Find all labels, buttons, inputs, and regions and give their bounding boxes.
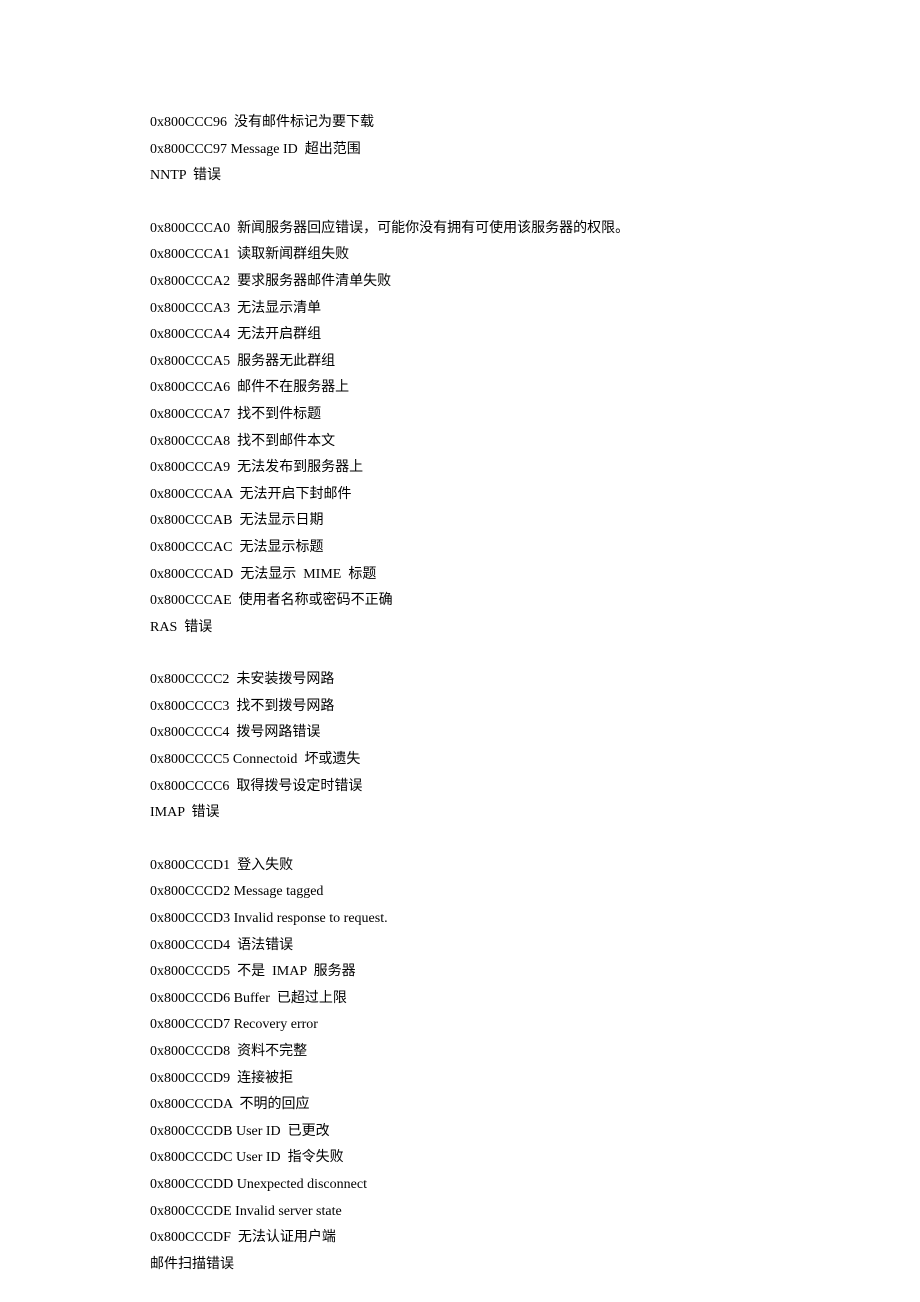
text-line: 0x800CCCC6 取得拨号设定时错误: [150, 774, 920, 801]
text-line: RAS 错误: [150, 615, 920, 642]
text-line: 0x800CCC97 Message ID 超出范围: [150, 137, 920, 164]
text-line: 0x800CCCD1 登入失败: [150, 853, 920, 880]
text-line: 0x800CCCDE Invalid server state: [150, 1199, 920, 1226]
text-line: IMAP 错误: [150, 800, 920, 827]
text-line: 0x800CCCC2 未安装拨号网路: [150, 667, 920, 694]
text-line: 0x800CCCD8 资料不完整: [150, 1039, 920, 1066]
text-line: 0x800CCCA0 新闻服务器回应错误，可能你没有拥有可使用该服务器的权限。: [150, 216, 920, 243]
text-line: 0x800CCCD7 Recovery error: [150, 1012, 920, 1039]
text-line: 0x800CCCC5 Connectoid 坏或遗失: [150, 747, 920, 774]
text-line: 0x800CCCA7 找不到件标题: [150, 402, 920, 429]
text-line: 0x800CCC96 没有邮件标记为要下载: [150, 110, 920, 137]
text-line: 0x800CCCA5 服务器无此群组: [150, 349, 920, 376]
text-line: 0x800CCCAA 无法开启下封邮件: [150, 482, 920, 509]
text-line: 0x800CCCA1 读取新闻群组失败: [150, 242, 920, 269]
text-line: 0x800CCCD4 语法错误: [150, 933, 920, 960]
text-line: 0x800CCCDA 不明的回应: [150, 1092, 920, 1119]
text-line: 0x800CCCC3 找不到拨号网路: [150, 694, 920, 721]
text-line: 邮件扫描错误: [150, 1252, 920, 1279]
text-line: 0x800CCCC4 拨号网路错误: [150, 720, 920, 747]
text-line: 0x800CCCDF 无法认证用户端: [150, 1225, 920, 1252]
text-line: 0x800CCCDC User ID 指令失败: [150, 1145, 920, 1172]
text-line: 0x800CCCD6 Buffer 已超过上限: [150, 986, 920, 1013]
text-line: 0x800CCCA8 找不到邮件本文: [150, 429, 920, 456]
text-line: 0x800CCCAC 无法显示标题: [150, 535, 920, 562]
text-line: 0x800CCCA2 要求服务器邮件清单失败: [150, 269, 920, 296]
text-line: 0x800CCCDB User ID 已更改: [150, 1119, 920, 1146]
text-line: 0x800CCCAB 无法显示日期: [150, 508, 920, 535]
text-line: 0x800CCCD9 连接被拒: [150, 1066, 920, 1093]
text-line: 0x800CCCAE 使用者名称或密码不正确: [150, 588, 920, 615]
text-line: 0x800CCCAD 无法显示 MIME 标题: [150, 562, 920, 589]
text-line: NNTP 错误: [150, 163, 920, 190]
text-line: 0x800CCCA3 无法显示清单: [150, 296, 920, 323]
text-line: 0x800CCCA6 邮件不在服务器上: [150, 375, 920, 402]
text-line: 0x800CCCDD Unexpected disconnect: [150, 1172, 920, 1199]
text-line: 0x800CCCD3 Invalid response to request.: [150, 906, 920, 933]
blank-line: [150, 827, 920, 853]
blank-line: [150, 190, 920, 216]
document-body: 0x800CCC96 没有邮件标记为要下载0x800CCC97 Message …: [150, 110, 920, 1278]
text-line: 0x800CCCD2 Message tagged: [150, 879, 920, 906]
text-line: 0x800CCCD5 不是 IMAP 服务器: [150, 959, 920, 986]
blank-line: [150, 641, 920, 667]
text-line: 0x800CCCA4 无法开启群组: [150, 322, 920, 349]
text-line: 0x800CCCA9 无法发布到服务器上: [150, 455, 920, 482]
